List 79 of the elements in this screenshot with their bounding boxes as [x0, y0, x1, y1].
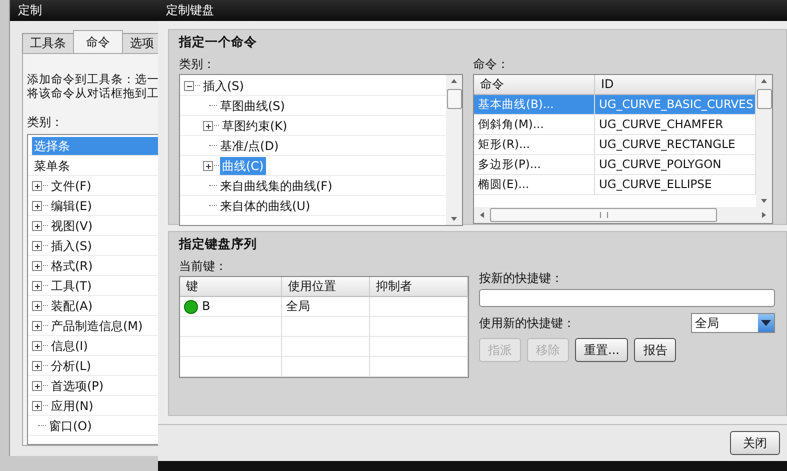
new-shortcut-label: 按新的快捷键：	[479, 270, 564, 286]
tree-item[interactable]: 窗口(O)	[47, 416, 94, 434]
window-title: 定制	[10, 0, 161, 21]
instruction-text: 添加命令到工具条：选一	[27, 72, 160, 86]
scroll-up-arrow-icon[interactable]	[451, 79, 457, 83]
close-button[interactable]: 关闭	[730, 431, 780, 455]
tree-item[interactable]: 来自曲线集的曲线(F)	[218, 176, 334, 194]
tree-item[interactable]: 基准/点(D)	[218, 136, 281, 154]
group-title: 指定键盘序列	[179, 236, 258, 252]
tree-item[interactable]: 分析(L)	[49, 356, 94, 374]
column-header[interactable]: ID	[595, 75, 756, 95]
category-label: 类别：	[179, 56, 216, 72]
expand-icon[interactable]	[32, 360, 42, 370]
instruction-text: 将该命令从对话框拖到工	[27, 86, 160, 100]
category-label: 类别：	[27, 114, 64, 130]
use-new-shortcut-label: 使用新的快捷键：	[479, 315, 575, 331]
scrollbar-thumb[interactable]	[756, 89, 772, 109]
scrollbar-thumb[interactable]	[446, 89, 462, 109]
column-header[interactable]: 命令	[474, 75, 595, 95]
tree-item[interactable]: 视图(V)	[49, 216, 95, 234]
tree-item[interactable]: 草图约束(K)	[220, 116, 290, 134]
table-cell[interactable]: 多边形(P)...	[474, 155, 595, 175]
button[interactable]: 重置...	[575, 338, 628, 362]
scroll-down-arrow-icon[interactable]	[761, 199, 767, 203]
collapse-icon[interactable]	[184, 80, 194, 90]
tree-item[interactable]: 草图曲线(S)	[218, 96, 287, 114]
expand-icon[interactable]	[32, 220, 42, 230]
button[interactable]: 报告	[634, 338, 676, 362]
table-cell[interactable]: 倒斜角(M)...	[474, 115, 595, 135]
expand-icon[interactable]	[203, 160, 213, 170]
tree-item[interactable]: 插入(S)	[201, 76, 246, 94]
commands-label: 命令：	[473, 56, 510, 72]
column-header[interactable]: 抑制者	[370, 277, 468, 297]
scroll-up-arrow-icon[interactable]	[761, 79, 767, 83]
tree-item[interactable]: 装配(A)	[49, 296, 95, 314]
tree-item[interactable]: 应用(N)	[49, 396, 96, 414]
tree-item[interactable]: 编辑(E)	[49, 196, 94, 214]
expand-icon[interactable]	[32, 320, 42, 330]
expand-icon[interactable]	[32, 400, 42, 410]
expand-icon[interactable]	[32, 260, 42, 270]
tree-item[interactable]: 格式(R)	[49, 256, 95, 274]
tree-item[interactable]: 菜单条	[32, 156, 161, 174]
column-header[interactable]: 使用位置	[282, 277, 370, 297]
table-cell: B	[180, 297, 282, 317]
scroll-left-arrow-icon[interactable]	[480, 212, 484, 218]
tree-item[interactable]: 来自体的曲线(U)	[218, 196, 312, 214]
expand-icon[interactable]	[32, 280, 42, 290]
current-keys-label: 当前键：	[179, 258, 228, 274]
vertical-scrollbar[interactable]	[446, 75, 462, 225]
tree-item[interactable]: 首选项(P)	[49, 376, 106, 394]
table-cell[interactable]: 椭圆(E)...	[474, 175, 595, 195]
tree-item[interactable]: 产品制造信息(M)	[49, 316, 145, 334]
scrollbar-thumb[interactable]	[490, 208, 717, 222]
table-cell: 全局	[282, 297, 370, 317]
window-title: 定制键盘	[158, 0, 787, 21]
scope-dropdown[interactable]: 全局	[691, 313, 775, 333]
group-title: 指定一个命令	[179, 34, 258, 50]
expand-icon[interactable]	[32, 180, 42, 190]
expand-icon[interactable]	[32, 240, 42, 250]
expand-icon[interactable]	[203, 120, 213, 130]
shortcut-input-field[interactable]	[479, 289, 775, 307]
status-dot-icon	[184, 300, 198, 314]
tree-item[interactable]: 信息(I)	[49, 336, 90, 354]
tab[interactable]: 工具条	[22, 33, 74, 53]
expand-icon[interactable]	[32, 300, 42, 310]
expand-icon[interactable]	[32, 200, 42, 210]
scroll-right-arrow-icon[interactable]	[762, 212, 766, 218]
tree-item[interactable]: 插入(S)	[49, 236, 94, 254]
tab[interactable]: 命令	[73, 30, 123, 53]
expand-icon[interactable]	[32, 340, 42, 350]
column-header[interactable]: 键	[180, 277, 282, 297]
tree-item[interactable]: 文件(F)	[49, 176, 94, 194]
scroll-down-arrow-icon[interactable]	[451, 217, 457, 221]
horizontal-scrollbar[interactable]	[474, 207, 772, 223]
tree-item[interactable]: 工具(T)	[49, 276, 94, 294]
grip-icon	[600, 212, 608, 218]
table-cell[interactable]: 矩形(R)...	[474, 135, 595, 155]
vertical-scrollbar[interactable]	[756, 75, 772, 207]
expand-icon[interactable]	[32, 380, 42, 390]
